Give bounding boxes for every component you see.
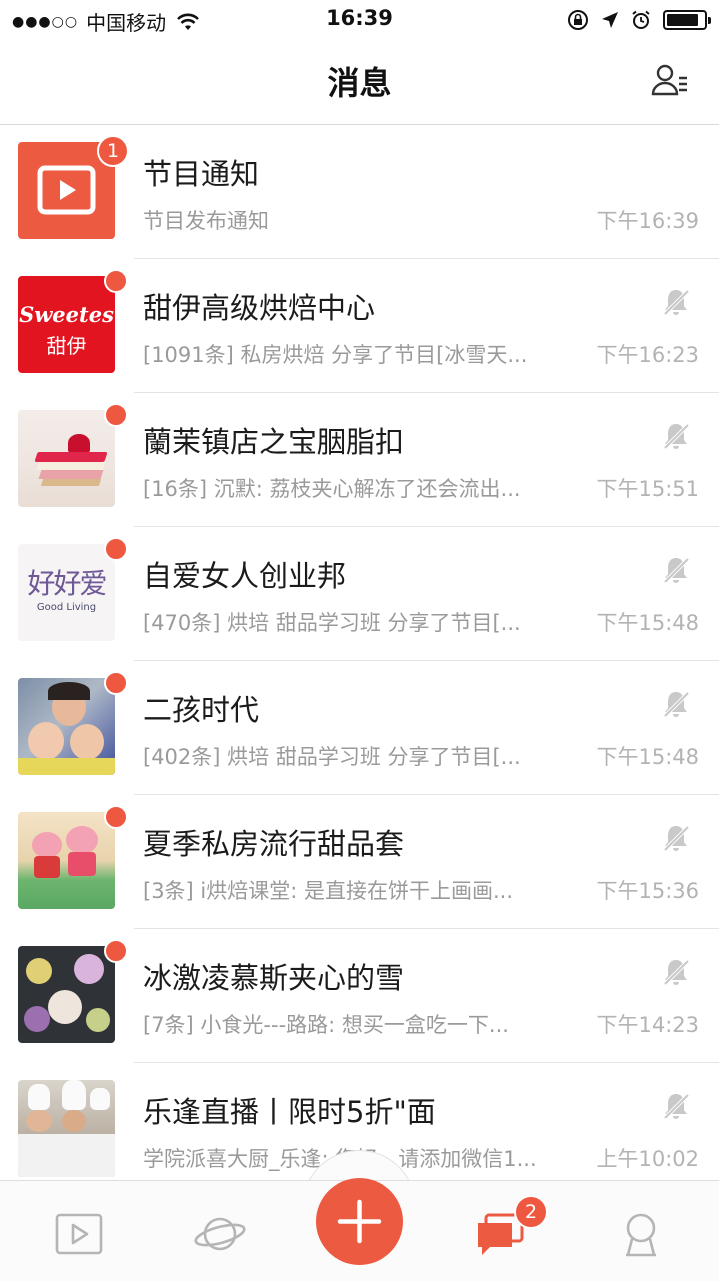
conversation-time: 上午10:02 xyxy=(596,1147,699,1171)
muted-bell-icon xyxy=(663,959,690,986)
planet-tab-icon[interactable] xyxy=(193,1209,247,1259)
cake-photo xyxy=(18,410,115,507)
contacts-list-icon[interactable] xyxy=(651,60,691,100)
conversation-row[interactable]: 冰激凌慕斯夹心的雪 [7条] 小食光---路路: 想买一盒吃一下... 下午14… xyxy=(0,929,719,1063)
avatar-logo-text: Sweetes xyxy=(19,302,114,327)
alarm-icon xyxy=(632,10,650,29)
page-title: 消息 xyxy=(327,64,392,102)
conversation-preview: [1091条] 私房烘焙 分享了节目[冰雪天... xyxy=(143,343,528,367)
conversation-title: 乐逢直播丨限时5折"面 xyxy=(143,1095,436,1129)
location-icon xyxy=(602,12,618,28)
conversation-time: 下午15:51 xyxy=(596,477,699,501)
conversation-title: 夏季私房流行甜品套 xyxy=(143,827,405,861)
conversation-preview: 节目发布通知 xyxy=(143,209,269,233)
avatar-logo-subtext: Good Living xyxy=(36,602,97,613)
muted-bell-icon xyxy=(663,1093,690,1120)
avatar-logo-subtext: 甜伊 xyxy=(46,334,87,358)
status-bar: ●●●○○ 中国移动 16:39 xyxy=(0,0,719,40)
muted-bell-icon xyxy=(663,691,690,718)
conversation-row[interactable]: 夏季私房流行甜品套 [3条] i烘焙课堂: 是直接在饼干上画画... 下午15:… xyxy=(0,795,719,929)
add-button[interactable] xyxy=(316,1178,403,1265)
good-living-logo: 好好爱 Good Living xyxy=(18,544,115,641)
conversation-title: 二孩时代 xyxy=(143,693,260,727)
nav-bar: 消息 xyxy=(0,40,719,125)
conversation-time: 下午15:48 xyxy=(596,611,699,635)
messages-badge: 2 xyxy=(514,1195,548,1229)
conversation-title: 节目通知 xyxy=(143,157,260,191)
family-photo xyxy=(18,678,115,775)
conversation-title: 蘭茉镇店之宝胭脂扣 xyxy=(143,425,405,459)
avatar-logo-text: 好好爱 xyxy=(27,567,107,600)
conversation-preview: [470条] 烘培 甜品学习班 分享了节目[... xyxy=(143,611,521,635)
conversation-title: 甜伊高级烘焙中心 xyxy=(143,291,376,325)
conversation-title: 自爱女人创业邦 xyxy=(143,559,347,593)
conversation-time: 下午16:23 xyxy=(596,343,699,367)
muted-bell-icon xyxy=(663,557,690,584)
conversation-row[interactable]: 蘭茉镇店之宝胭脂扣 [16条] 沉默: 荔枝夹心解冻了还会流出... 下午15:… xyxy=(0,393,719,527)
unread-dot xyxy=(104,805,128,829)
conversation-time: 下午15:48 xyxy=(596,745,699,769)
unread-count-badge: 1 xyxy=(97,135,129,167)
muted-bell-icon xyxy=(663,825,690,852)
battery-level xyxy=(667,14,698,26)
conversation-row[interactable]: 好好爱 Good Living 自爱女人创业邦 [470条] 烘培 甜品学习班 … xyxy=(0,527,719,661)
conversation-preview: [7条] 小食光---路路: 想买一盒吃一下... xyxy=(143,1013,509,1037)
muted-bell-icon xyxy=(663,289,690,316)
pig-cake-photo xyxy=(18,812,115,909)
conversation-time: 下午15:36 xyxy=(596,879,699,903)
add-button-icon xyxy=(337,1199,382,1244)
conversation-preview: [16条] 沉默: 荔枝夹心解冻了还会流出... xyxy=(143,477,521,501)
conversation-preview: [3条] i烘焙课堂: 是直接在饼干上画画... xyxy=(143,879,514,903)
battery-icon xyxy=(663,10,711,30)
unread-dot xyxy=(104,939,128,963)
conversation-list: 1 节目通知 节目发布通知 下午16:39 Sweetes 甜伊 甜伊高级烘焙中… xyxy=(0,125,719,1197)
muted-bell-icon xyxy=(663,423,690,450)
video-tab-icon[interactable] xyxy=(54,1209,104,1259)
conversation-title: 冰激凌慕斯夹心的雪 xyxy=(143,961,405,995)
unread-dot xyxy=(104,671,128,695)
unread-dot xyxy=(104,403,128,427)
profile-tab-icon[interactable] xyxy=(616,1209,666,1259)
rotation-lock-icon xyxy=(568,10,588,30)
unread-dot xyxy=(104,269,128,293)
conversation-row[interactable]: Sweetes 甜伊 甜伊高级烘焙中心 [1091条] 私房烘焙 分享了节目[冰… xyxy=(0,259,719,393)
sweetes-logo: Sweetes 甜伊 xyxy=(18,276,115,373)
conversation-time: 下午14:23 xyxy=(596,1013,699,1037)
conversation-row[interactable]: 1 节目通知 节目发布通知 下午16:39 xyxy=(0,125,719,259)
dessert-photo xyxy=(18,946,115,1043)
unread-dot xyxy=(104,537,128,561)
conversation-time: 下午16:39 xyxy=(596,209,699,233)
chefs-photo xyxy=(18,1080,115,1177)
conversation-preview: [402条] 烘培 甜品学习班 分享了节目[... xyxy=(143,745,521,769)
conversation-row[interactable]: 二孩时代 [402条] 烘培 甜品学习班 分享了节目[... 下午15:48 xyxy=(0,661,719,795)
